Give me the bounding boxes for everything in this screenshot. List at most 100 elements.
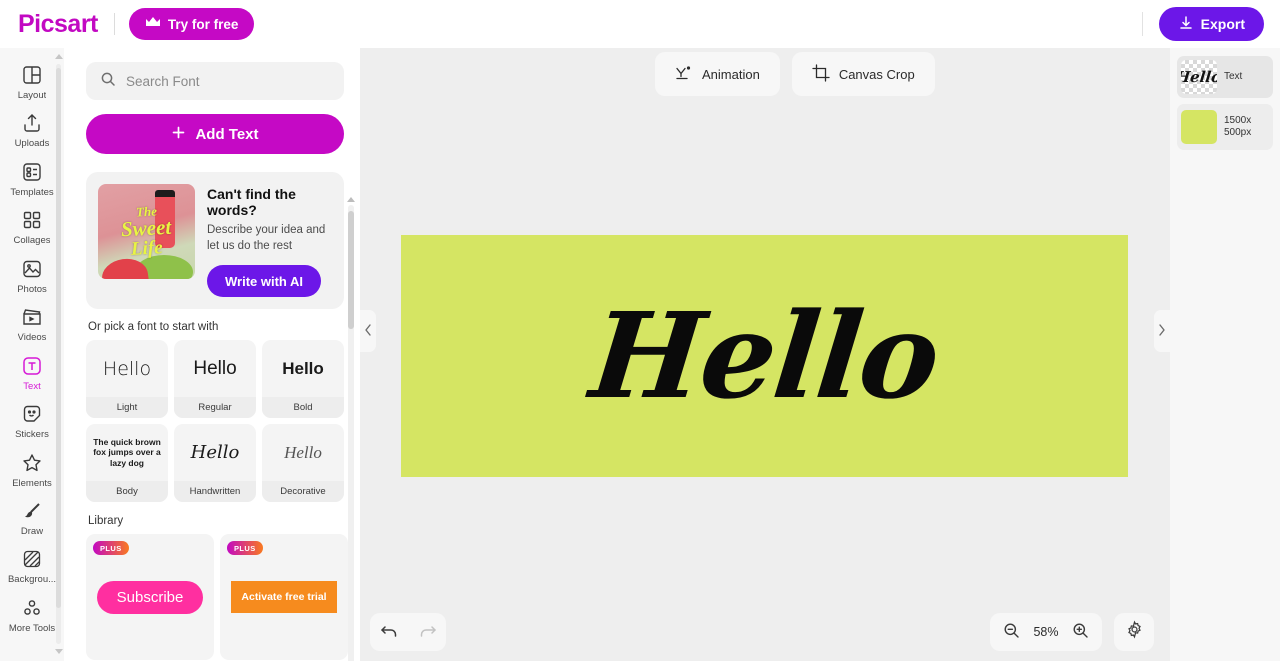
- scroll-up-arrow-icon[interactable]: [55, 54, 63, 59]
- plus-badge: PLUS: [227, 541, 263, 556]
- panel-scrollbar[interactable]: [347, 197, 355, 661]
- add-text-button[interactable]: Add Text: [86, 114, 344, 154]
- text-panel: Add Text The Sweet Life Can't find the w…: [72, 50, 360, 661]
- font-card-handwritten[interactable]: Hello Handwritten: [174, 424, 256, 503]
- promo-thumbnail: The Sweet Life: [98, 184, 195, 279]
- history-controls: [370, 613, 446, 651]
- design-canvas[interactable]: Hello: [401, 235, 1128, 477]
- library-card-subscribe[interactable]: PLUS Subscribe: [86, 534, 214, 661]
- top-bar: Picsart Try for free Export: [0, 0, 1280, 48]
- search-font-box[interactable]: [86, 62, 344, 100]
- canvas-crop-button[interactable]: Canvas Crop: [791, 52, 935, 96]
- font-preview: Hello: [284, 442, 322, 462]
- sidebar-item-uploads[interactable]: Uploads: [2, 105, 62, 153]
- layers-panel: Hello Text 1500x 500px: [1170, 48, 1280, 661]
- sidebar-scrollbar[interactable]: [55, 54, 63, 654]
- sidebar-item-stickers[interactable]: Stickers: [2, 396, 62, 444]
- font-preview: Hello: [193, 357, 237, 379]
- write-with-ai-button[interactable]: Write with AI: [207, 265, 321, 298]
- scroll-up-arrow-icon[interactable]: [347, 197, 355, 202]
- scroll-down-arrow-icon[interactable]: [55, 649, 63, 654]
- layer-thumbnail-background: [1181, 110, 1217, 144]
- zoom-in-button[interactable]: [1072, 622, 1089, 642]
- app-logo[interactable]: Picsart: [18, 10, 98, 39]
- sticker-icon: [20, 402, 44, 426]
- sidebar-item-layout[interactable]: Layout: [2, 57, 62, 105]
- font-card-decorative[interactable]: Hello Decorative: [262, 424, 344, 503]
- chevron-right-icon: [1158, 323, 1166, 339]
- zoom-level-value: 58%: [1033, 625, 1059, 639]
- redo-button[interactable]: [418, 623, 437, 642]
- font-preview: Hello: [282, 358, 324, 378]
- sidebar-item-videos[interactable]: Videos: [2, 299, 62, 347]
- animation-label: Animation: [702, 66, 760, 82]
- canvas-text-hello[interactable]: Hello: [585, 286, 945, 425]
- sidebar-item-photos[interactable]: Photos: [2, 251, 62, 299]
- sidebar-item-background[interactable]: Backgrou...: [2, 541, 62, 589]
- crop-icon: [812, 63, 830, 85]
- subscribe-label: Subscribe: [96, 580, 204, 614]
- sidebar-label: More Tools: [8, 623, 56, 634]
- sidebar-label: Stickers: [15, 430, 49, 441]
- redo-icon: [418, 623, 437, 642]
- promo-heading: Can't find the words?: [207, 186, 296, 218]
- upload-icon: [20, 111, 44, 135]
- try-for-free-button[interactable]: Try for free: [128, 8, 255, 40]
- font-card-light[interactable]: Hello Light: [86, 340, 168, 419]
- sidebar-label: Uploads: [14, 139, 50, 150]
- sidebar-item-collages[interactable]: Collages: [2, 202, 62, 250]
- gear-icon: [1125, 620, 1144, 644]
- canvas-toolbar: Animation Canvas Crop: [655, 52, 935, 96]
- animation-button[interactable]: Animation: [655, 52, 780, 96]
- font-name: Light: [86, 397, 168, 419]
- sidebar-item-elements[interactable]: Elements: [2, 445, 62, 493]
- pick-font-label: Or pick a font to start with: [88, 321, 219, 334]
- sidebar-item-text[interactable]: Text: [2, 348, 62, 396]
- sidebar-item-templates[interactable]: Templates: [2, 154, 62, 202]
- zoom-out-icon: [1003, 622, 1020, 642]
- free-trial-label: Activate free trial: [231, 581, 337, 614]
- sidebar-item-draw[interactable]: Draw: [2, 493, 62, 541]
- promo-thumb-text: The Sweet Life: [98, 184, 195, 279]
- library-grid: PLUS Subscribe PLUS Activate free trial: [86, 534, 350, 661]
- scrollbar-thumb[interactable]: [56, 68, 61, 608]
- scrollbar-thumb[interactable]: [348, 211, 354, 329]
- font-card-regular[interactable]: Hello Regular: [174, 340, 256, 419]
- layer-item-text[interactable]: Hello Text: [1177, 56, 1273, 98]
- brush-icon: [20, 499, 44, 523]
- video-icon: [20, 305, 44, 329]
- collapse-left-panel-handle[interactable]: [360, 310, 376, 352]
- sidebar-label: Layout: [17, 91, 47, 101]
- try-for-free-label: Try for free: [167, 16, 239, 32]
- sidebar-item-more-tools[interactable]: More Tools: [2, 590, 62, 638]
- font-card-body[interactable]: The quick brown fox jumps over a lazy do…: [86, 424, 168, 503]
- export-button[interactable]: Export: [1158, 7, 1264, 41]
- background-icon: [20, 547, 44, 571]
- sidebar-label: Text: [23, 381, 41, 392]
- left-sidebar: Layout Uploads Templates Collages Photos: [0, 48, 64, 661]
- crown-icon: [145, 16, 161, 32]
- font-name: Body: [86, 481, 168, 503]
- layout-icon: [20, 63, 44, 87]
- font-name: Decorative: [262, 481, 344, 503]
- collapse-right-panel-handle[interactable]: [1154, 310, 1170, 352]
- undo-button[interactable]: [380, 623, 399, 642]
- search-font-input[interactable]: [126, 73, 330, 89]
- layer-item-background[interactable]: 1500x 500px: [1177, 104, 1273, 150]
- collages-icon: [20, 208, 44, 232]
- chevron-left-icon: [364, 323, 372, 339]
- promo-body: Can't find the words? Describe your idea…: [207, 184, 332, 298]
- export-label: Export: [1200, 16, 1245, 32]
- layer-size-label: 1500x 500px: [1224, 115, 1251, 140]
- undo-icon: [380, 623, 399, 642]
- layer-label: Text: [1224, 70, 1243, 82]
- zoom-out-button[interactable]: [1003, 622, 1020, 642]
- font-card-bold[interactable]: Hello Bold: [262, 340, 344, 419]
- download-icon: [1178, 15, 1194, 34]
- layer-thumbnail-text: Hello: [1181, 60, 1217, 94]
- library-card-free-trial[interactable]: PLUS Activate free trial: [220, 534, 348, 661]
- sidebar-label: Templates: [10, 187, 54, 198]
- zoom-in-icon: [1072, 622, 1089, 642]
- canvas-settings[interactable]: [1114, 613, 1154, 651]
- library-label: Library: [88, 515, 124, 528]
